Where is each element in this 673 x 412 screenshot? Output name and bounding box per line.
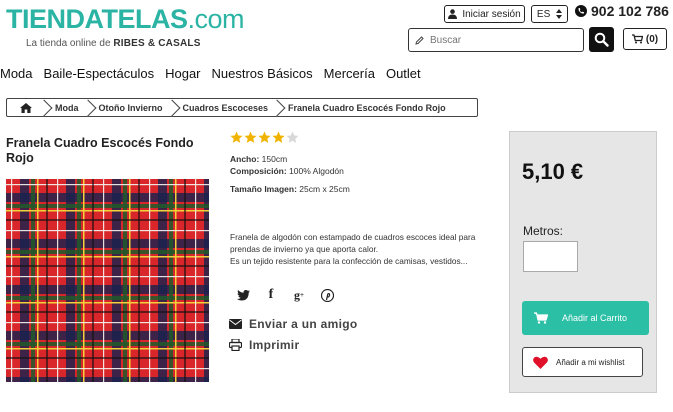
print-icon bbox=[229, 339, 242, 351]
breadcrumb-item[interactable]: Otoño Invierno bbox=[89, 99, 173, 116]
print-link[interactable]: Imprimir bbox=[229, 338, 299, 352]
site-logo[interactable]: TIENDATELAS.com bbox=[6, 4, 245, 35]
nav-item-baile-espectaculos[interactable]: Baile-Espectáculos bbox=[44, 66, 155, 84]
logo-main-text: TIENDATELAS bbox=[6, 4, 188, 34]
tartan-fabric-image bbox=[6, 179, 209, 382]
search-icon bbox=[594, 32, 609, 47]
product-title: Franela Cuadro Escocés Fondo Rojo bbox=[6, 136, 194, 165]
spec-composicion: Composición: 100% Algodón bbox=[230, 166, 344, 176]
logo-brand: RIBES & CASALS bbox=[113, 38, 201, 49]
star-filled-icon bbox=[272, 131, 285, 143]
phone-number: 902 102 786 bbox=[575, 3, 669, 19]
nav-item-hogar[interactable]: Hogar bbox=[165, 66, 200, 84]
spec-tamano-value: 25cm x 25cm bbox=[299, 184, 350, 194]
spec-ancho-value: 150cm bbox=[261, 154, 288, 164]
star-filled-icon bbox=[230, 131, 243, 143]
star-filled-icon bbox=[258, 131, 271, 143]
phone-text: 902 102 786 bbox=[591, 3, 669, 19]
breadcrumb-current: Franela Cuadro Escocés Fondo Rojo bbox=[288, 102, 446, 113]
wishlist-label: Añadir a mi wishlist bbox=[556, 357, 625, 367]
star-filled-icon bbox=[244, 131, 257, 143]
star-empty-icon bbox=[286, 131, 299, 143]
logo-tagline-text: La tienda online de bbox=[26, 38, 111, 49]
spec-ancho: Ancho: 150cm bbox=[230, 154, 287, 164]
description-line: Es un tejido resistente para la confecci… bbox=[230, 256, 468, 266]
language-value: ES bbox=[536, 8, 551, 20]
spec-tamano-label: Tamaño Imagen: bbox=[230, 184, 297, 194]
spec-composicion-label: Composición: bbox=[230, 166, 287, 176]
print-label: Imprimir bbox=[249, 338, 300, 352]
send-to-friend-label: Enviar a un amigo bbox=[249, 317, 358, 331]
facebook-icon[interactable]: f bbox=[264, 287, 278, 302]
product-description: Franela de algodón con estampado de cuad… bbox=[230, 231, 492, 267]
search-field[interactable] bbox=[408, 28, 584, 52]
twitter-icon[interactable] bbox=[236, 288, 250, 302]
metros-label: Metros: bbox=[523, 224, 564, 238]
user-icon bbox=[448, 9, 458, 19]
main-nav: Moda Baile-Espectáculos Hogar Nuestros B… bbox=[0, 66, 432, 84]
google-plus-icon[interactable]: g + bbox=[292, 288, 306, 302]
metros-input[interactable] bbox=[523, 241, 578, 272]
add-to-cart-label: Añadir al Carrito bbox=[562, 313, 628, 323]
add-to-wishlist-button[interactable]: Añadir a mi wishlist bbox=[522, 347, 643, 377]
send-to-friend-link[interactable]: Enviar a un amigo bbox=[229, 317, 357, 331]
spec-tamano: Tamaño Imagen: 25cm x 25cm bbox=[230, 184, 350, 194]
home-icon bbox=[20, 102, 32, 113]
spec-composicion-value: 100% Algodón bbox=[289, 166, 344, 176]
cart-button[interactable]: (0) bbox=[623, 28, 667, 50]
logo-suffix: .com bbox=[187, 4, 245, 34]
nav-item-outlet[interactable]: Outlet bbox=[386, 66, 421, 84]
cart-icon bbox=[534, 312, 548, 324]
pencil-icon bbox=[415, 35, 424, 45]
breadcrumb-home[interactable] bbox=[7, 99, 45, 116]
login-button[interactable]: Iniciar sesión bbox=[444, 5, 525, 23]
heart-icon bbox=[533, 356, 548, 369]
cart-count: (0) bbox=[645, 33, 659, 45]
login-label: Iniciar sesión bbox=[462, 8, 521, 20]
logo-tagline: La tienda online de RIBES & CASALS bbox=[26, 38, 201, 49]
nav-item-merceria[interactable]: Mercería bbox=[324, 66, 375, 84]
product-price: 5,10 € bbox=[522, 159, 584, 184]
breadcrumb-item[interactable]: Cuadros Escoceses bbox=[173, 99, 279, 116]
breadcrumb: Moda Otoño Invierno Cuadros Escoceses Fr… bbox=[6, 98, 478, 117]
description-line: Franela de algodón con estampado de cuad… bbox=[230, 232, 476, 242]
cart-icon bbox=[631, 34, 643, 44]
add-to-cart-button[interactable]: Añadir al Carrito bbox=[522, 301, 649, 335]
social-share: f g + bbox=[236, 287, 334, 302]
description-line: prendas de invierno ya que aporta calor. bbox=[230, 244, 379, 254]
phone-icon bbox=[575, 5, 587, 17]
spec-ancho-label: Ancho: bbox=[230, 154, 260, 164]
pinterest-icon[interactable] bbox=[320, 288, 334, 302]
rating-stars bbox=[230, 131, 299, 144]
search-button[interactable] bbox=[589, 27, 614, 52]
updown-arrows-icon bbox=[556, 9, 563, 19]
language-select[interactable]: ES bbox=[531, 5, 568, 23]
product-image[interactable] bbox=[6, 179, 209, 382]
nav-item-moda[interactable]: Moda bbox=[0, 66, 33, 84]
nav-item-nuestros-basicos[interactable]: Nuestros Básicos bbox=[212, 66, 313, 84]
envelope-icon bbox=[229, 319, 242, 329]
search-input[interactable] bbox=[430, 34, 570, 46]
